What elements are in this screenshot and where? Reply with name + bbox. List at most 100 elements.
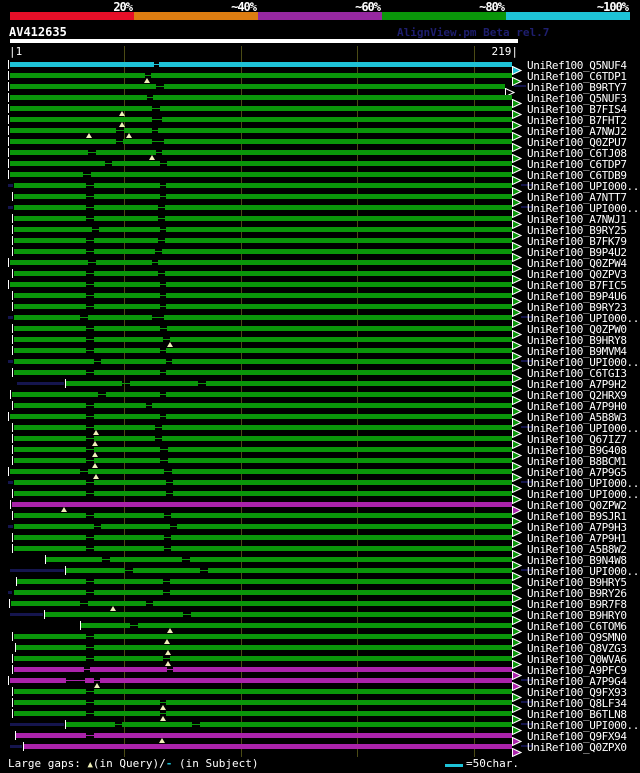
alignment-bar-segment[interactable] — [14, 436, 86, 441]
alignment-bar-segment[interactable] — [81, 623, 130, 628]
alignment-bar-segment[interactable] — [10, 128, 116, 133]
alignment-bar-segment[interactable] — [17, 579, 86, 584]
alignment-bar-segment[interactable] — [170, 579, 512, 584]
alignment-bar-segment[interactable] — [94, 282, 160, 287]
alignment-bar-segment[interactable] — [94, 546, 164, 551]
alignment-bar-segment[interactable] — [10, 678, 66, 683]
alignment-bar-segment[interactable] — [66, 722, 115, 727]
alignment-bar-segment[interactable] — [200, 722, 512, 727]
alignment-bar-segment[interactable] — [24, 744, 512, 749]
alignment-bar-segment[interactable] — [158, 260, 512, 265]
alignment-bar-segment[interactable] — [10, 139, 116, 144]
alignment-bar-segment[interactable] — [96, 260, 152, 265]
alignment-bar-segment[interactable] — [45, 612, 183, 617]
alignment-bar-segment[interactable] — [173, 491, 512, 496]
alignment-bar-segment[interactable] — [94, 216, 158, 221]
alignment-bar-segment[interactable] — [165, 205, 512, 210]
alignment-bar-segment[interactable] — [159, 62, 512, 67]
alignment-bar-segment[interactable] — [14, 249, 86, 254]
alignment-bar-segment[interactable] — [94, 436, 155, 441]
alignment-bar-segment[interactable] — [166, 392, 512, 397]
alignment-bar-segment[interactable] — [88, 601, 146, 606]
alignment-bar-segment[interactable] — [173, 480, 512, 485]
alignment-bar-segment[interactable] — [14, 546, 86, 551]
alignment-bar-segment[interactable] — [152, 403, 512, 408]
alignment-bar-segment[interactable] — [172, 469, 512, 474]
alignment-bar-segment[interactable] — [166, 700, 512, 705]
alignment-bar-segment[interactable] — [14, 535, 86, 540]
alignment-bar-segment[interactable] — [94, 700, 160, 705]
alignment-bar-segment[interactable] — [94, 590, 163, 595]
alignment-bar-segment[interactable] — [94, 337, 163, 342]
alignment-bar-segment[interactable] — [10, 260, 88, 265]
alignment-bar-segment[interactable] — [130, 381, 198, 386]
hit-label[interactable]: UniRef100_Q0ZPX0 — [527, 741, 627, 754]
alignment-bar-segment[interactable] — [94, 458, 160, 463]
alignment-bar-segment[interactable] — [123, 139, 152, 144]
alignment-bar-segment[interactable] — [14, 326, 86, 331]
alignment-bar-segment[interactable] — [110, 557, 182, 562]
alignment-bar-segment[interactable] — [166, 304, 512, 309]
alignment-bar-segment[interactable] — [166, 282, 512, 287]
alignment-bar-segment[interactable] — [162, 117, 512, 122]
alignment-bar-segment[interactable] — [14, 304, 86, 309]
alignment-bar-segment[interactable] — [94, 249, 155, 254]
alignment-bar-segment[interactable] — [14, 359, 94, 364]
alignment-bar-segment[interactable] — [14, 337, 86, 342]
alignment-bar-segment[interactable] — [94, 370, 160, 375]
alignment-bar-segment[interactable] — [10, 150, 88, 155]
alignment-bar-segment[interactable] — [171, 535, 512, 540]
alignment-bar-segment[interactable] — [94, 238, 158, 243]
alignment-bar-segment[interactable] — [10, 95, 147, 100]
alignment-bar-segment[interactable] — [94, 326, 160, 331]
alignment-bar-segment[interactable] — [14, 425, 86, 430]
alignment-bar-segment[interactable] — [166, 414, 512, 419]
alignment-bar-segment[interactable] — [165, 271, 512, 276]
alignment-bar-segment[interactable] — [170, 656, 512, 661]
alignment-bar-segment[interactable] — [94, 447, 160, 452]
alignment-bar-segment[interactable] — [10, 172, 83, 177]
alignment-bar-segment[interactable] — [165, 216, 512, 221]
alignment-bar-segment[interactable] — [12, 502, 512, 507]
alignment-bar-segment[interactable] — [99, 227, 160, 232]
alignment-bar-segment[interactable] — [10, 469, 80, 474]
alignment-bar-segment[interactable] — [14, 403, 86, 408]
alignment-bar-segment[interactable] — [94, 689, 512, 694]
alignment-bar-segment[interactable] — [138, 623, 512, 628]
alignment-bar-segment[interactable] — [14, 491, 86, 496]
alignment-bar-segment[interactable] — [11, 601, 80, 606]
alignment-bar-segment[interactable] — [166, 711, 512, 716]
alignment-bar-segment[interactable] — [90, 667, 167, 672]
alignment-bar-segment[interactable] — [66, 568, 125, 573]
alignment-bar-segment[interactable] — [12, 392, 98, 397]
alignment-bar-segment[interactable] — [14, 370, 86, 375]
alignment-bar-segment[interactable] — [85, 678, 94, 683]
alignment-bar-segment[interactable] — [94, 348, 160, 353]
alignment-bar-segment[interactable] — [16, 645, 86, 650]
alignment-bar-segment[interactable] — [101, 524, 170, 529]
alignment-bar-segment[interactable] — [10, 106, 152, 111]
alignment-bar-segment[interactable] — [10, 161, 105, 166]
alignment-bar-segment[interactable] — [173, 667, 512, 672]
alignment-bar-segment[interactable] — [94, 491, 166, 496]
alignment-bar-segment[interactable] — [94, 535, 164, 540]
alignment-bar-segment[interactable] — [122, 722, 192, 727]
alignment-bar-segment[interactable] — [88, 315, 152, 320]
alignment-bar-segment[interactable] — [162, 249, 512, 254]
alignment-bar-segment[interactable] — [165, 238, 512, 243]
alignment-bar-segment[interactable] — [153, 95, 512, 100]
alignment-bar-segment[interactable] — [177, 524, 512, 529]
alignment-bar-segment[interactable] — [112, 161, 160, 166]
alignment-bar-segment[interactable] — [14, 348, 86, 353]
alignment-bar-segment[interactable] — [14, 524, 94, 529]
alignment-bar-segment[interactable] — [166, 348, 512, 353]
alignment-bar-segment[interactable] — [190, 557, 512, 562]
alignment-bar-segment[interactable] — [164, 315, 512, 320]
alignment-bar-segment[interactable] — [94, 304, 160, 309]
alignment-bar-segment[interactable] — [208, 568, 512, 573]
alignment-bar-segment[interactable] — [94, 634, 512, 639]
alignment-bar-segment[interactable] — [14, 238, 86, 243]
alignment-bar-segment[interactable] — [10, 62, 154, 67]
alignment-bar-segment[interactable] — [101, 359, 166, 364]
alignment-bar-segment[interactable] — [14, 656, 86, 661]
